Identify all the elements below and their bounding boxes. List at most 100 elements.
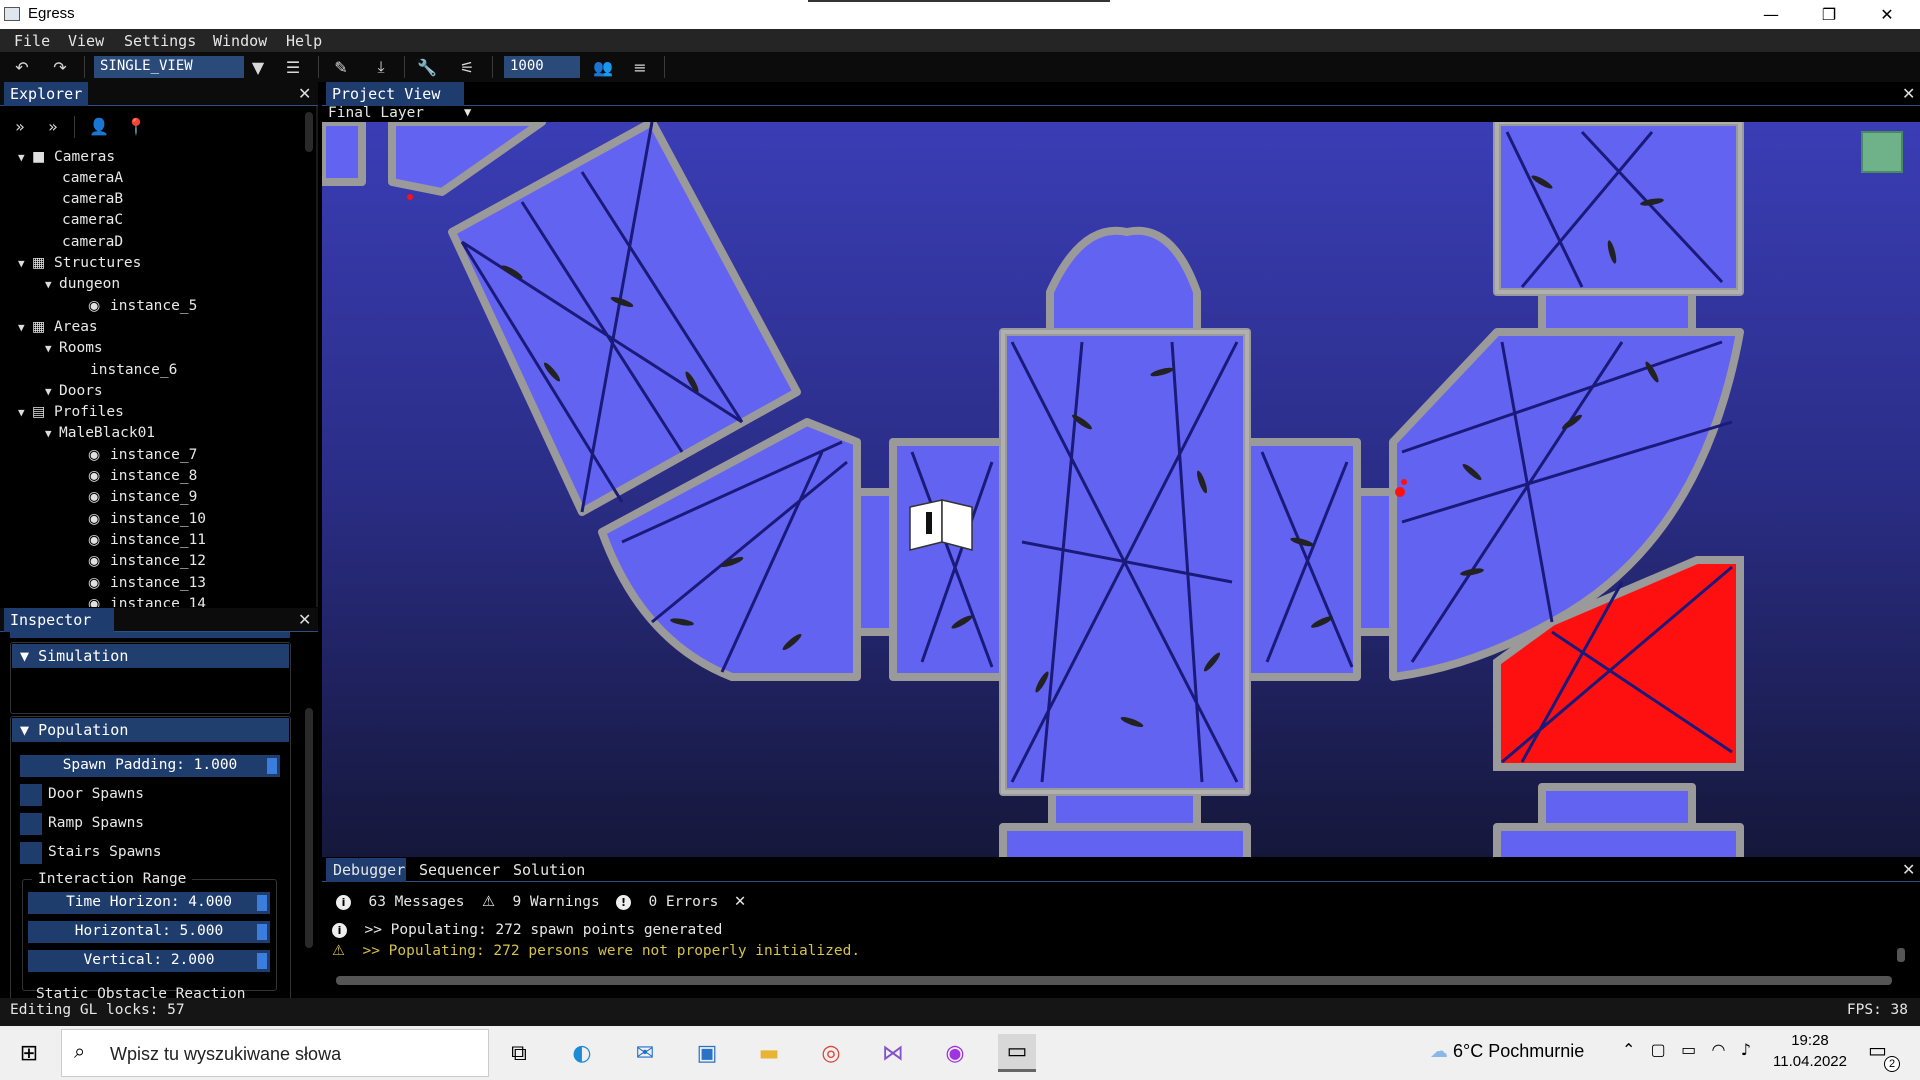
tree-item-camera-d[interactable]: cameraD (62, 234, 123, 255)
windows-start-icon[interactable]: ⊞ (10, 1034, 48, 1072)
weather-widget[interactable]: ☁ 6°C Pochmurnie (1430, 1041, 1584, 1062)
device-icon[interactable]: ▢ (1651, 1040, 1666, 1059)
tree-item-instance-11[interactable]: ◉ instance_11 (88, 532, 206, 553)
people-icon[interactable]: 👥 (591, 56, 615, 78)
eye-icon[interactable]: ◉ (88, 575, 110, 591)
chevron-down-icon[interactable]: ▼ (45, 385, 59, 398)
redo-icon[interactable]: ↷ (48, 56, 72, 78)
tab-debugger[interactable]: Debugger (326, 858, 406, 882)
clock[interactable]: 19:28 11.04.2022 (1770, 1032, 1850, 1070)
debugger-vscrollbar[interactable] (1897, 948, 1905, 962)
menu-settings[interactable]: Settings (124, 32, 196, 50)
eye-icon[interactable]: ◉ (88, 553, 110, 569)
system-tray[interactable]: ⌃ ▢ ▭ ◠ ♪ (1622, 1040, 1751, 1059)
explorer-scrollbar[interactable] (305, 112, 313, 152)
eye-icon[interactable]: ◉ (88, 468, 110, 484)
slider-handle[interactable] (257, 895, 267, 911)
message-filter-warnings[interactable]: ⚠ 9 Warnings (482, 894, 600, 910)
chevron-down-icon[interactable]: ▼ (18, 257, 32, 270)
tree-item-instance-9[interactable]: ◉ instance_9 (88, 489, 197, 510)
close-window-button[interactable]: ✕ (1858, 0, 1916, 29)
eye-icon[interactable]: ◉ (88, 298, 110, 314)
view-mode-select[interactable]: SINGLE_VIEW (94, 56, 244, 78)
tree-item-doors[interactable]: ▼ Doors (45, 383, 103, 404)
slider-handle[interactable] (257, 953, 267, 969)
inspector-tab[interactable]: Inspector (4, 608, 114, 632)
tree-item-camera-a[interactable]: cameraA (62, 170, 123, 191)
eye-icon[interactable]: ◉ (88, 447, 110, 463)
chevron-down-icon[interactable]: ▼ (464, 105, 471, 119)
horizontal-slider[interactable]: Horizontal: 5.000 (28, 921, 270, 943)
tree-item-instance-14[interactable]: ◉ instance_14 (88, 596, 206, 607)
chevron-down-icon[interactable]: ▼ (45, 427, 59, 440)
tree-item-instance-13[interactable]: ◉ instance_13 (88, 575, 206, 596)
simulation-header[interactable]: ▼ Simulation (12, 644, 289, 668)
chrome-icon[interactable]: ◎ (812, 1034, 850, 1072)
close-icon[interactable]: ✕ (1902, 84, 1915, 103)
close-icon[interactable]: ✕ (298, 84, 311, 103)
wrench-icon[interactable]: 🔧 (415, 56, 439, 78)
messenger-icon[interactable]: ◉ (936, 1034, 974, 1072)
menu-window[interactable]: Window (213, 32, 267, 50)
location-pin-icon[interactable]: 📍 (124, 115, 148, 137)
minimize-button[interactable]: — (1742, 0, 1800, 29)
spawn-padding-slider[interactable]: Spawn Padding: 1.000 (20, 755, 280, 777)
tree-item-instance-8[interactable]: ◉ instance_8 (88, 468, 197, 489)
minimap-toggle[interactable] (1861, 131, 1903, 173)
close-icon[interactable]: ✕ (298, 610, 311, 629)
close-icon[interactable]: ✕ (1902, 860, 1915, 879)
volume-icon[interactable]: ♪ (1741, 1040, 1751, 1059)
undo-icon[interactable]: ↶ (10, 56, 34, 78)
tree-item-instance-6[interactable]: instance_6 (90, 362, 177, 383)
task-view-icon[interactable]: ⧉ (500, 1034, 538, 1072)
stairs-spawns-checkbox[interactable] (20, 842, 42, 864)
explorer-tab[interactable]: Explorer (4, 82, 89, 106)
edge-icon[interactable]: ◐ (563, 1034, 601, 1072)
tree-item-male-black-01[interactable]: ▼ MaleBlack01 (45, 425, 155, 446)
inspector-scrollbar[interactable] (305, 708, 313, 948)
tab-solution[interactable]: Solution (506, 858, 592, 882)
floor-plan-canvas[interactable] (322, 122, 1920, 857)
debugger-hscrollbar[interactable] (336, 976, 1892, 985)
scene-viewport[interactable] (322, 122, 1920, 857)
ramp-spawns-checkbox[interactable] (20, 813, 42, 835)
chevron-down-icon[interactable]: ▼ (18, 321, 32, 334)
download-icon[interactable]: ⤓ (369, 56, 393, 78)
collapse-all-icon[interactable]: » (8, 115, 32, 137)
tree-item-instance-7[interactable]: ◉ instance_7 (88, 447, 197, 468)
wifi-icon[interactable]: ◠ (1711, 1040, 1725, 1059)
chevron-down-icon[interactable]: ▼ (18, 151, 32, 164)
menu-view[interactable]: View (68, 32, 104, 50)
message-filter-info[interactable]: i 63 Messages (336, 894, 465, 910)
notifications-icon[interactable]: ▭ (1868, 1038, 1887, 1062)
store-icon[interactable]: ▣ (688, 1034, 726, 1072)
mail-icon[interactable]: ✉ (626, 1034, 664, 1072)
tree-item-profiles[interactable]: ▼ ▤ Profiles (18, 404, 124, 425)
eye-icon[interactable]: ◉ (88, 511, 110, 527)
tab-sequencer[interactable]: Sequencer (412, 858, 507, 882)
eye-icon[interactable]: ◉ (88, 489, 110, 505)
visual-studio-icon[interactable]: ⋈ (874, 1034, 912, 1072)
tree-item-structures[interactable]: ▼ ▦ Structures (18, 255, 141, 276)
tree-item-instance-10[interactable]: ◉ instance_10 (88, 511, 206, 532)
tree-item-rooms[interactable]: ▼ Rooms (45, 340, 103, 361)
chevron-up-icon[interactable]: ⌃ (1622, 1040, 1635, 1059)
tree-item-instance-12[interactable]: ◉ instance_12 (88, 553, 206, 574)
population-header[interactable]: ▼ Population (12, 718, 289, 742)
chevron-down-icon[interactable]: ▼ (18, 406, 32, 419)
list-icon[interactable]: ☰ (281, 56, 305, 78)
layer-select[interactable]: Final Layer ▼ (322, 105, 482, 122)
chevron-down-icon[interactable]: ▼ (45, 342, 59, 355)
layers-icon[interactable]: ≡ (628, 56, 652, 78)
count-input[interactable]: 1000 (504, 56, 580, 78)
chevron-down-icon[interactable]: ▼ (45, 278, 59, 291)
edit-icon[interactable]: ✎ (329, 56, 353, 78)
egress-app-icon[interactable]: ▭ (998, 1034, 1036, 1072)
file-explorer-icon[interactable]: ▬ (750, 1034, 788, 1072)
tree-item-camera-b[interactable]: cameraB (62, 191, 123, 212)
chevron-down-icon[interactable]: ▼ (246, 56, 270, 78)
slider-handle[interactable] (267, 758, 277, 774)
slider-handle[interactable] (257, 924, 267, 940)
eye-icon[interactable]: ◉ (88, 532, 110, 548)
tree-item-areas[interactable]: ▼ ▦ Areas (18, 319, 98, 340)
